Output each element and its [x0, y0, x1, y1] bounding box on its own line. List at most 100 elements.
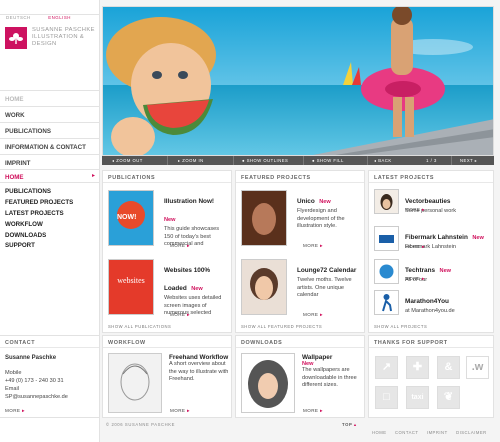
brand-line-3: Design: [32, 41, 57, 47]
illustration-now-cover[interactable]: NOW!: [108, 190, 154, 246]
email-link[interactable]: SP@susannepaschke.de: [5, 394, 68, 402]
nav-publications[interactable]: Publications: [0, 122, 100, 138]
workflow-thumb[interactable]: [108, 353, 162, 413]
copyright: © 2006 Susanne Paschke: [106, 422, 176, 427]
wallpaper-thumb[interactable]: [241, 353, 295, 413]
top-link[interactable]: Top ▴: [342, 422, 357, 427]
arrow-icon[interactable]: ↗: [375, 356, 398, 379]
websites-cover[interactable]: websites: [108, 259, 154, 315]
vectorbeauties-thumb[interactable]: [374, 189, 399, 214]
footer: © 2006 Susanne Paschke Top ▴ Home Contac…: [102, 421, 494, 435]
featured-item-2-title[interactable]: Lounge72 Calendar: [297, 267, 356, 274]
fibermark-thumb[interactable]: [374, 226, 399, 251]
show-all-featured[interactable]: Show all featured projects: [241, 324, 322, 329]
nav-work[interactable]: Work: [0, 106, 100, 122]
latest-item-3-title[interactable]: Techtrans: [405, 267, 435, 274]
footer-disclaimer[interactable]: Disclaimer: [456, 430, 487, 435]
downloads-item: Wallpaper New The wallpapers are downloa…: [302, 354, 362, 390]
downloads-desc: The wallpapers are downloadable in three…: [302, 367, 357, 389]
flame-icon[interactable]: &: [437, 356, 460, 379]
hero-image: [102, 6, 494, 156]
footer-imprint[interactable]: Imprint: [427, 430, 448, 435]
subnav-support[interactable]: Support: [5, 242, 35, 249]
zoom-out-button[interactable]: ◂ Zoom out: [102, 156, 168, 165]
next-button[interactable]: Next ▸: [452, 156, 494, 165]
latest-item-3-more[interactable]: More ▸: [405, 276, 425, 282]
websites-cover-title: websites: [117, 276, 145, 285]
downloads-title[interactable]: Wallpaper: [302, 354, 362, 361]
new-badge: New: [191, 286, 203, 292]
featured-item-1-title[interactable]: Unico: [297, 198, 315, 205]
nav-home[interactable]: Home: [0, 90, 100, 106]
page-indicator: 1 / 3: [412, 156, 452, 165]
brand-line-1: Susanne Paschke: [32, 27, 95, 33]
beach-illustration: [103, 7, 493, 155]
arrow-up-icon: ▴: [354, 422, 357, 427]
pub-item-1-more[interactable]: More ▸: [170, 243, 190, 249]
pub-item-2-more[interactable]: More ▸: [170, 312, 190, 318]
lang-english[interactable]: English: [48, 15, 71, 20]
marathon4you-thumb[interactable]: [374, 290, 399, 315]
featured-item-1: Unico New Flyerdesign and development of…: [297, 190, 361, 231]
subnav-workflow[interactable]: Workflow: [5, 221, 43, 228]
brand-line-2: Illustration &: [32, 34, 85, 40]
language-switcher: Deutsch English: [6, 6, 84, 24]
workflow-title[interactable]: Freehand Workflow: [169, 354, 229, 361]
lounge72-thumb[interactable]: [241, 259, 287, 315]
show-fill-label: Show fill: [316, 158, 344, 164]
subnav-latest-projects[interactable]: Latest Projects: [5, 210, 64, 217]
flower-logo-icon: [9, 33, 23, 44]
portrait-image: [242, 260, 286, 314]
top-label: Top: [342, 422, 353, 427]
plus-icon[interactable]: ✚: [406, 356, 429, 379]
back-label: Back: [378, 158, 392, 164]
pub-item-1-title[interactable]: Illustration Now!: [164, 198, 214, 205]
contact-name: Susanne Paschke: [5, 355, 57, 361]
back-button[interactable]: ◂ Back: [368, 156, 412, 165]
subnav-publications[interactable]: Publications: [5, 188, 51, 195]
subnav-title[interactable]: Home: [5, 174, 24, 181]
show-all-publications[interactable]: Show all publications: [108, 324, 171, 329]
more-label: More: [405, 207, 421, 212]
footer-contact[interactable]: Contact: [395, 430, 418, 435]
lang-deutsch[interactable]: Deutsch: [6, 15, 31, 20]
logo[interactable]: [5, 27, 27, 49]
techtrans-thumb[interactable]: [374, 259, 399, 284]
workflow-header: Workflow: [103, 336, 231, 348]
latest-item-4-title[interactable]: Marathon4You: [405, 298, 449, 305]
latest-item-1-more[interactable]: More ▸: [405, 207, 425, 213]
unico-thumb[interactable]: [241, 190, 287, 246]
show-outlines-button[interactable]: ● Show outlines: [234, 156, 304, 165]
featured-item-2-more[interactable]: More ▸: [303, 312, 323, 318]
more-label: More: [170, 243, 186, 248]
subnav-downloads[interactable]: Downloads: [5, 232, 46, 239]
featured-item-2-desc: Twelve moths. Twelve artists. One unique…: [297, 277, 352, 299]
more-label: More: [405, 244, 421, 249]
square-logo-icon[interactable]: □: [375, 386, 398, 409]
nav-information-contact[interactable]: Information & Contact: [0, 138, 100, 154]
workflow-more[interactable]: More ▸: [170, 408, 190, 414]
nav-imprint[interactable]: Imprint: [0, 154, 100, 170]
bird-icon[interactable]: ❦: [437, 386, 460, 409]
portrait-image: [380, 194, 393, 210]
book-cover-icon: NOW!: [109, 191, 153, 245]
footer-home[interactable]: Home: [372, 430, 387, 435]
show-all-projects[interactable]: Show all projects: [374, 324, 427, 329]
mobile-number: +49 (0) 173 - 240 30 31: [5, 378, 64, 384]
more-label: More: [303, 408, 319, 413]
portrait-image: [242, 191, 286, 245]
more-label: More: [170, 312, 186, 317]
downloads-more[interactable]: More ▸: [303, 408, 323, 414]
show-fill-button[interactable]: ● Show fill: [304, 156, 368, 165]
latest-item-2-more[interactable]: More ▸: [405, 244, 425, 250]
featured-item-1-more[interactable]: More ▸: [303, 243, 323, 249]
more-label: More: [170, 408, 186, 413]
zoom-in-button[interactable]: ▸ Zoom in: [168, 156, 234, 165]
w-logo-icon[interactable]: .w: [466, 356, 489, 379]
subnav-featured-projects[interactable]: Featured Projects: [5, 199, 73, 206]
contact-more[interactable]: More ▸: [5, 408, 25, 414]
pub-item-2-title[interactable]: Websites 100% Loaded: [164, 267, 210, 292]
taxi-icon[interactable]: taxi: [406, 386, 429, 409]
latest-item-2-title[interactable]: Fibermark Lahnstein: [405, 234, 468, 241]
latest-item-1-title[interactable]: Vectorbeauties: [405, 198, 450, 205]
